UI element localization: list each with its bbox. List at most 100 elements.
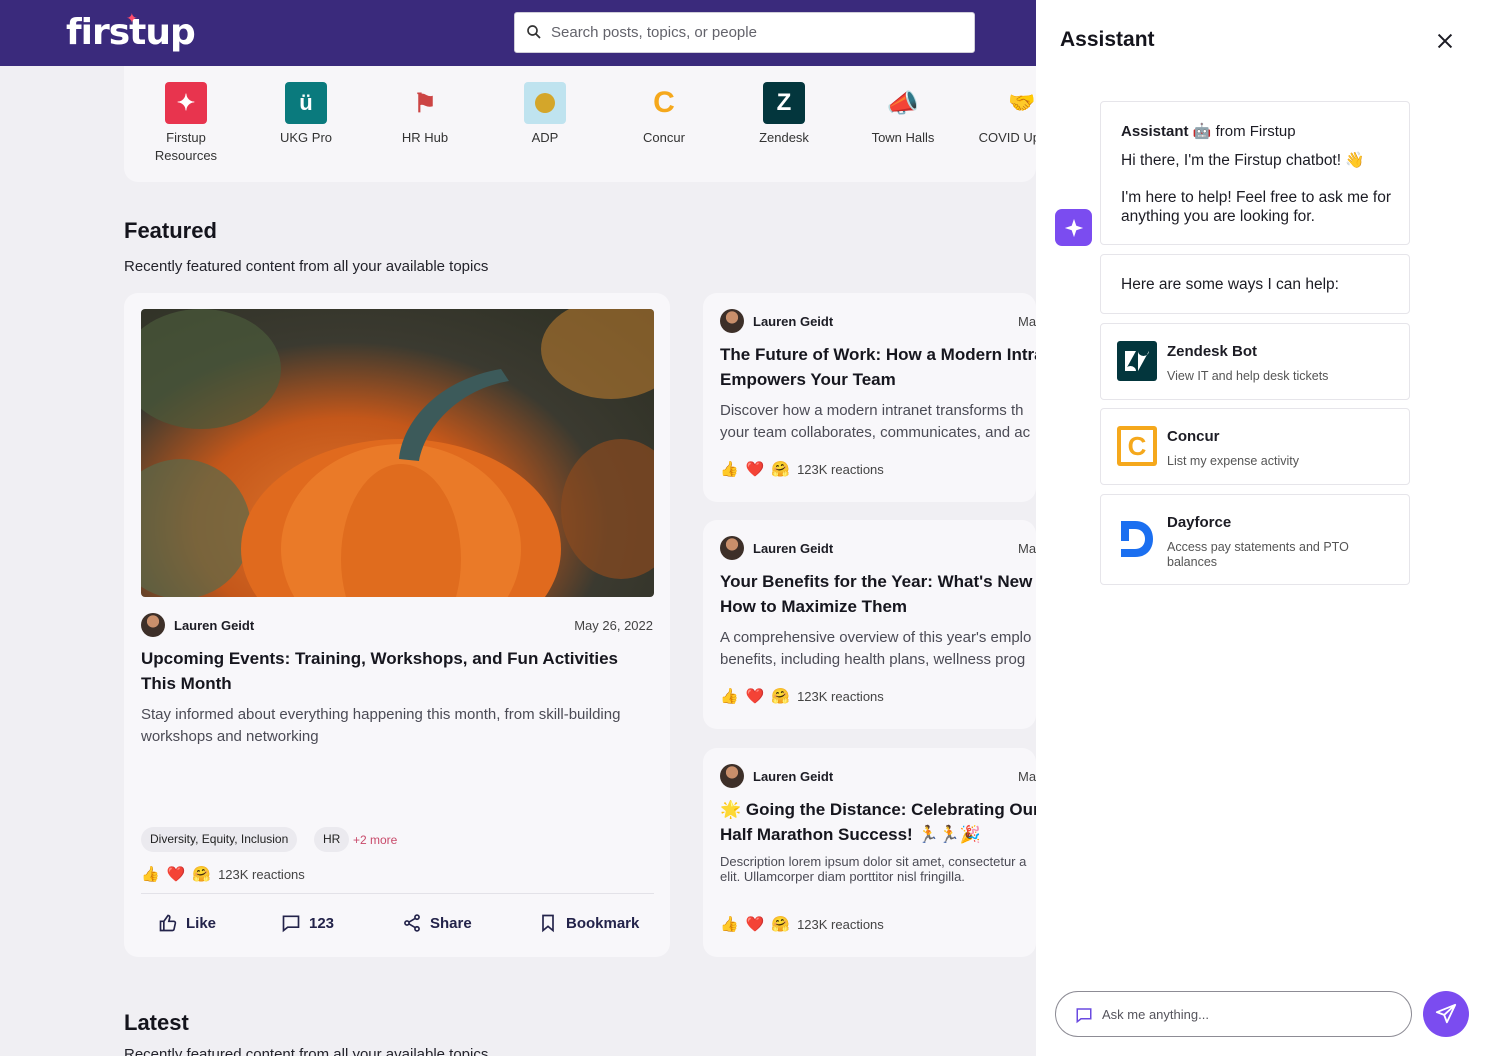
reactions-count: 123K reactions: [797, 688, 884, 704]
logo-star-icon: ✦: [126, 10, 138, 26]
app-concur[interactable]: C Concur: [614, 82, 714, 147]
post-description: Discover how a modern intranet transform…: [720, 402, 1031, 441]
bookmark-icon: [542, 914, 554, 933]
post-date: Ma: [1018, 769, 1036, 784]
post-title[interactable]: Your Benefits for the Year: What's New a…: [720, 569, 1036, 619]
tool-concur[interactable]: C Concur List my expense activity: [1100, 408, 1410, 485]
featured-title: Featured: [124, 218, 217, 243]
comments-button[interactable]: 123: [281, 913, 334, 933]
post-description: A comprehensive overview of this year's …: [720, 629, 1032, 668]
featured-side-post[interactable]: Lauren Geidt Ma Your Benefits for the Ye…: [703, 520, 1036, 729]
author-avatar[interactable]: [720, 536, 744, 560]
firstup-star-icon: ✦: [165, 82, 207, 124]
help-intro-message: Here are some ways I can help:: [1100, 254, 1410, 314]
tool-description: Access pay statements and PTO balances: [1167, 540, 1349, 569]
hug-emoji-icon: 🤗: [771, 916, 791, 933]
reactions-count: 123K reactions: [797, 916, 884, 932]
post-hero-image[interactable]: [141, 309, 654, 597]
search-box[interactable]: [514, 12, 975, 53]
ukg-icon: ü: [285, 82, 327, 124]
send-icon: [1435, 1003, 1457, 1024]
latest-subtitle: Recently featured content from all your …: [124, 1046, 489, 1056]
author-avatar[interactable]: [720, 764, 744, 788]
sparkle-icon: [1064, 218, 1083, 237]
tool-name: Concur: [1167, 428, 1220, 445]
ask-input-box[interactable]: [1055, 991, 1412, 1037]
reactions-count: 123K reactions: [218, 866, 305, 882]
heart-icon: ❤️: [745, 688, 765, 705]
app-label: ADP: [531, 130, 559, 145]
like-button[interactable]: Like: [158, 913, 216, 933]
heart-icon: ❤️: [745, 461, 765, 478]
featured-side-post[interactable]: Lauren Geidt Ma 🌟 Going the Distance: Ce…: [703, 748, 1036, 957]
app-ukg-pro[interactable]: ü UKG Pro: [256, 82, 356, 147]
share-icon: [404, 914, 420, 932]
app-town-halls[interactable]: 📣 Town Halls: [853, 82, 953, 147]
post-title[interactable]: The Future of Work: How a Modern Intra E…: [720, 342, 1036, 392]
bookmark-button[interactable]: Bookmark: [538, 913, 639, 933]
app-firstup-resources[interactable]: ✦ Firstup Resources: [136, 82, 236, 165]
app-label: HR Hub: [401, 130, 449, 145]
post-author[interactable]: Lauren Geidt: [753, 769, 833, 784]
reactions-count: 123K reactions: [797, 461, 884, 477]
tool-dayforce[interactable]: Dayforce Access pay statements and PTO b…: [1100, 494, 1410, 585]
share-button[interactable]: Share: [402, 913, 472, 933]
concur-icon: C: [1117, 426, 1157, 466]
app-adp[interactable]: ADP: [495, 82, 595, 147]
app-label: COVID Update: [978, 130, 1036, 145]
comment-icon: [282, 915, 300, 933]
reactions-row[interactable]: 👍 ❤️ 🤗 123K reactions: [720, 687, 884, 705]
greeting-message: Assistant 🤖 from Firstup Hi there, I'm t…: [1100, 101, 1410, 245]
tool-zendesk-bot[interactable]: Zendesk Bot View IT and help desk ticket…: [1100, 323, 1410, 400]
app-label: Zendesk: [759, 130, 809, 145]
assistant-avatar: [1055, 209, 1092, 246]
heart-icon: ❤️: [166, 866, 186, 883]
adp-icon: [524, 82, 566, 124]
ask-input[interactable]: [1102, 992, 1402, 1036]
pumpkin-image: [141, 309, 654, 597]
search-input[interactable]: [551, 13, 961, 52]
reactions-row[interactable]: 👍 ❤️ 🤗 123K reactions: [141, 865, 305, 883]
post-author[interactable]: Lauren Geidt: [753, 541, 833, 556]
app-hr-hub[interactable]: ⚑ HR Hub: [375, 82, 475, 147]
concur-icon: C: [653, 86, 675, 119]
post-author[interactable]: Lauren Geidt: [174, 618, 254, 633]
topic-tag[interactable]: HR: [314, 827, 350, 852]
share-label: Share: [430, 914, 472, 932]
reactions-row[interactable]: 👍 ❤️ 🤗 123K reactions: [720, 915, 884, 933]
app-covid-update[interactable]: 🤝 COVID Update: [972, 82, 1036, 147]
author-avatar[interactable]: [720, 309, 744, 333]
message-sender: Assistant: [1121, 123, 1189, 140]
assistant-title: Assistant: [1060, 28, 1155, 51]
heart-icon: ❤️: [745, 916, 765, 933]
hug-emoji-icon: 🤗: [192, 866, 212, 883]
post-title[interactable]: Upcoming Events: Training, Workshops, an…: [141, 646, 654, 696]
reactions-row[interactable]: 👍 ❤️ 🤗 123K reactions: [720, 460, 884, 478]
comments-count: 123: [309, 914, 335, 932]
thumbs-up-icon: 👍: [720, 916, 739, 933]
post-description: Stay informed about everything happening…: [141, 706, 621, 745]
tool-name: Zendesk Bot: [1167, 343, 1258, 360]
apps-strip: ✦ Firstup Resources ü UKG Pro ⚑ HR Hub A…: [124, 66, 1036, 182]
top-bar: firstup ✦: [0, 0, 1036, 66]
more-tags-link[interactable]: +2 more: [353, 833, 397, 847]
greeting-line: I'm here to help! Feel free to ask me fo…: [1121, 189, 1392, 225]
close-icon[interactable]: [1434, 30, 1456, 52]
featured-side-post[interactable]: Lauren Geidt Ma The Future of Work: How …: [703, 293, 1036, 502]
tool-description: View IT and help desk tickets: [1167, 369, 1329, 383]
zendesk-icon: Z: [763, 82, 805, 124]
topic-tag[interactable]: Diversity, Equity, Inclusion: [141, 827, 298, 852]
post-title[interactable]: 🌟 Going the Distance: Celebrating Our Ha…: [720, 797, 1036, 847]
message-source: from Firstup: [1215, 123, 1296, 140]
post-author[interactable]: Lauren Geidt: [753, 314, 833, 329]
search-icon: [527, 25, 541, 39]
featured-main-post[interactable]: Lauren Geidt May 26, 2022 Upcoming Event…: [124, 293, 670, 957]
post-description: Description lorem ipsum dolor sit amet, …: [720, 854, 1027, 884]
bookmark-label: Bookmark: [566, 914, 640, 932]
author-avatar[interactable]: [141, 613, 165, 637]
thumbs-up-icon: 👍: [141, 866, 160, 883]
app-label: Town Halls: [871, 130, 935, 145]
app-zendesk[interactable]: Z Zendesk: [734, 82, 834, 147]
covid-update-icon: 🤝: [1008, 90, 1036, 115]
send-button[interactable]: [1423, 991, 1469, 1037]
